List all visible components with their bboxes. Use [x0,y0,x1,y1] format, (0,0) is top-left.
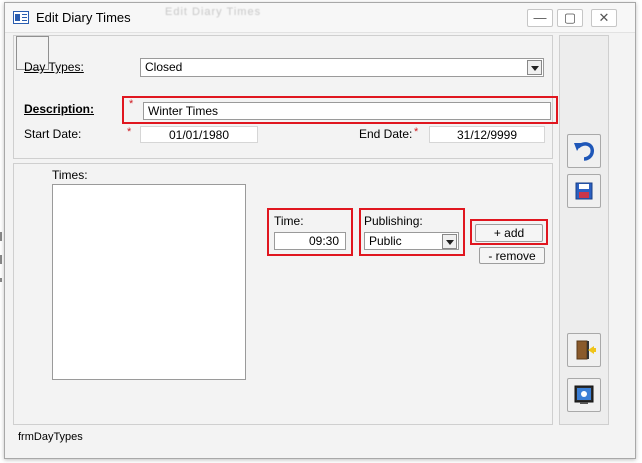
add-highlight: + add [470,219,548,245]
close-button[interactable]: ✕ [591,9,617,27]
save-button[interactable] [567,174,601,208]
description-input[interactable]: Winter Times [143,102,551,120]
times-label: Times: [52,168,88,182]
header-section: Day Types: Closed Description: * Winter … [13,35,558,159]
day-types-label: Day Types: [24,60,84,74]
edge-artifact [0,255,2,264]
form-app-icon [13,11,29,24]
start-date-value: 01/01/1980 [168,128,230,142]
chevron-down-icon[interactable] [442,234,457,249]
description-label: Description: [24,102,95,116]
publishing-label: Publishing: [364,214,423,228]
end-date-input[interactable]: 31/12/9999 [429,126,545,143]
screen-icon [574,385,594,404]
description-value: Winter Times [148,104,219,118]
restore-button[interactable]: ▢ [557,9,583,27]
time-label: Time: [274,214,304,228]
end-date-required-marker: * [414,126,419,138]
add-button[interactable]: + add [475,224,543,242]
chevron-down-icon[interactable] [527,60,542,75]
description-highlight: * Winter Times [122,96,558,124]
title-bar: Edit Diary Times Edit Diary Times — ▢ ✕ [5,3,635,33]
publishing-value: Public [369,234,402,248]
time-value: 09:30 [308,234,339,248]
end-date-label: End Date: [359,127,413,141]
preview-button[interactable] [567,378,601,412]
save-icon [575,182,593,200]
edge-artifact [0,278,2,282]
ghost-window-title: Edit Diary Times [165,6,262,18]
exit-button[interactable] [567,333,601,367]
times-list[interactable] [52,184,246,380]
form-name-label: frmDayTypes [18,431,83,443]
start-date-label: Start Date: [24,127,82,141]
undo-button[interactable] [567,134,601,168]
undo-icon [574,142,594,161]
time-input[interactable]: 09:30 [274,232,346,250]
edit-diary-times-window: Edit Diary Times Edit Diary Times — ▢ ✕ … [4,2,636,459]
day-types-value: Closed [145,60,183,74]
edge-artifact [0,232,2,241]
remove-button[interactable]: - remove [479,247,545,264]
minimize-button[interactable]: — [527,9,553,27]
publishing-combo[interactable]: Public [364,232,459,250]
times-section: Times: Time: 09:30 Publishing: Public + … [13,163,553,425]
day-types-combo[interactable]: Closed [140,58,544,77]
start-date-input[interactable]: 01/01/1980 [140,126,258,143]
exit-door-icon [576,340,596,360]
start-date-required-marker: * [127,126,132,138]
window-title: Edit Diary Times [36,10,131,25]
end-date-value: 31/12/9999 [456,128,518,142]
time-highlight: Time: 09:30 [267,208,353,256]
publishing-highlight: Publishing: Public [359,208,465,256]
side-toolbar [559,35,609,425]
required-marker: * [129,98,134,110]
